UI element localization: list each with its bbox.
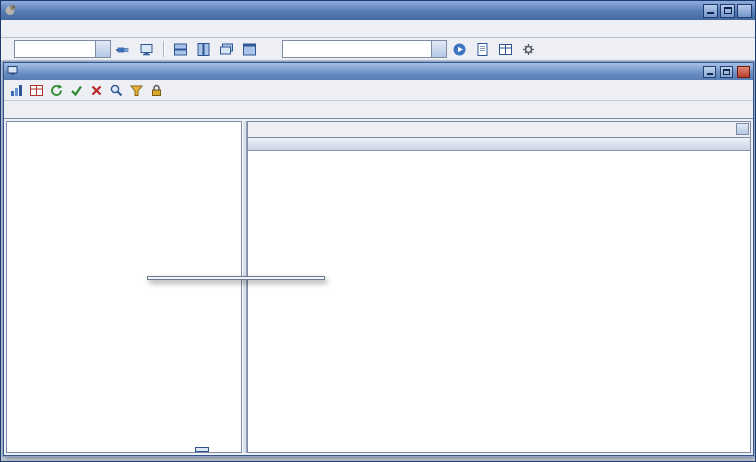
monitor-icon — [140, 43, 153, 55]
gear-icon — [523, 43, 534, 55]
active-session-combo[interactable] — [282, 40, 447, 58]
goto-session-button[interactable] — [449, 39, 470, 59]
minimize-icon — [706, 69, 713, 75]
tooltip — [195, 447, 209, 452]
main-toolbar — [1, 38, 755, 61]
frame-minimize-button[interactable] — [703, 65, 716, 78]
menu-bar — [1, 20, 755, 38]
minimize-button[interactable] — [703, 3, 718, 18]
refresh-icon — [51, 84, 63, 96]
tab-scroll-right-button[interactable] — [736, 123, 749, 135]
detail-panel — [247, 121, 751, 453]
lock-icon — [152, 84, 161, 96]
session-frame-icon — [7, 65, 18, 79]
object-tree — [6, 121, 242, 453]
add-to-graph-button[interactable] — [7, 81, 26, 99]
close-button[interactable] — [737, 3, 752, 18]
tile-vertical-icon — [197, 42, 210, 56]
frame-maximize-button[interactable] — [720, 65, 733, 78]
maximize-icon — [723, 7, 732, 14]
window-controls — [703, 3, 752, 18]
maximize-windows-button[interactable] — [239, 39, 260, 59]
frame-close-button[interactable] — [737, 65, 750, 78]
internal-frame-controls — [701, 65, 750, 78]
connect-alias-combo[interactable] — [14, 40, 111, 58]
cascade-icon — [220, 43, 233, 54]
internal-frame-titlebar — [4, 63, 753, 80]
grid-icon — [499, 43, 512, 55]
circle-play-icon — [453, 43, 466, 55]
session-toolbar — [4, 80, 753, 101]
sql-worksheet-button[interactable] — [472, 39, 493, 59]
table-count-button[interactable] — [27, 81, 46, 99]
session-properties-button[interactable] — [518, 39, 539, 59]
tile-vertical-button[interactable] — [193, 39, 214, 59]
worksheet-icon — [477, 42, 488, 56]
session-tabs — [4, 101, 753, 119]
maximize-all-icon — [243, 43, 256, 55]
lock-button[interactable] — [147, 81, 166, 99]
chevron-down-icon[interactable] — [431, 41, 446, 57]
rollback-button[interactable] — [87, 81, 106, 99]
refresh-tree-button[interactable] — [47, 81, 66, 99]
tile-horizontal-button[interactable] — [170, 39, 191, 59]
desktop-pane — [1, 61, 755, 461]
squirrel-app-icon — [4, 3, 17, 19]
application-window — [0, 0, 756, 462]
session-internal-frame — [2, 61, 755, 457]
commit-button[interactable] — [67, 81, 86, 99]
magnifier-icon — [110, 84, 123, 96]
sql-filter-button[interactable] — [127, 81, 146, 99]
toolbar-separator — [163, 41, 164, 57]
check-icon — [71, 85, 82, 96]
tile-horizontal-icon — [174, 43, 187, 55]
context-menu — [147, 276, 325, 280]
detail-tabs — [248, 122, 750, 138]
chevron-down-icon[interactable] — [95, 41, 110, 57]
red-grid-icon — [30, 84, 43, 96]
split-pane — [4, 119, 753, 455]
connect-button[interactable] — [113, 39, 134, 59]
maximize-icon — [723, 68, 730, 75]
red-x-icon — [91, 85, 102, 95]
plug-icon — [116, 47, 129, 52]
columns-table — [248, 138, 750, 452]
maximize-button[interactable] — [720, 3, 735, 18]
find-button[interactable] — [107, 81, 126, 99]
objects-tree-button[interactable] — [495, 39, 516, 59]
funnel-icon — [129, 85, 144, 96]
cascade-windows-button[interactable] — [216, 39, 237, 59]
minimize-icon — [707, 7, 714, 14]
table-header-row — [248, 138, 750, 151]
new-session-button[interactable] — [136, 39, 157, 59]
title-bar — [1, 1, 755, 20]
bar-chart-icon — [11, 84, 22, 96]
